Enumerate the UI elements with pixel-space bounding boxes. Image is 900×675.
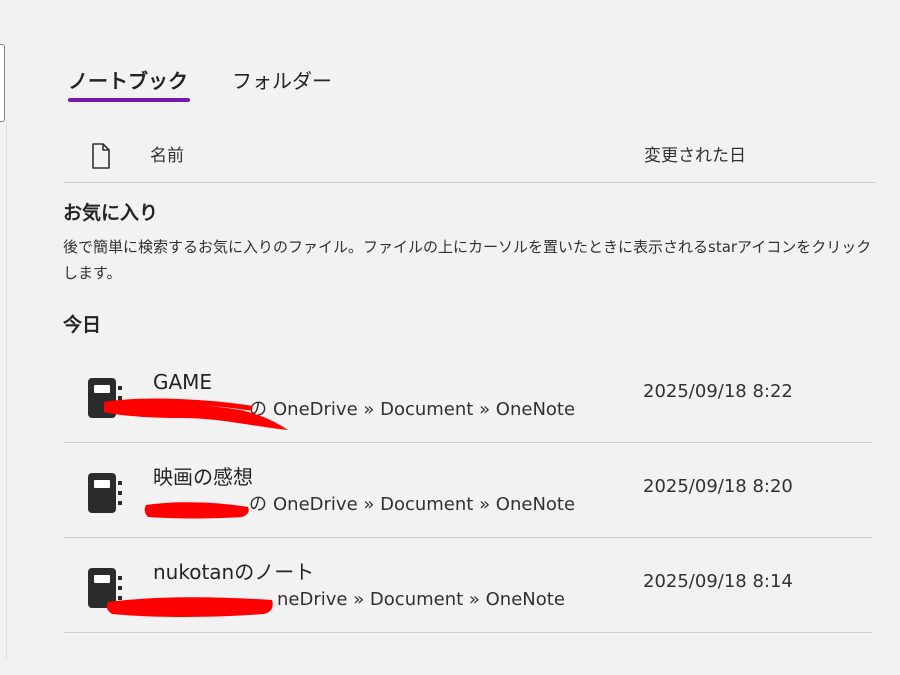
notebook-row[interactable]: 映画の感想 の OneDrive » Document » OneNote 202… [64,443,872,538]
today-heading: 今日 [63,314,102,336]
notebook-path-location: OneDrive » Document » OneNote [273,399,576,420]
column-header-modified[interactable]: 変更された日 [644,144,746,168]
notebook-path-owner: の [249,399,267,420]
notebook-path: neDrive » Document » OneNote [153,586,565,614]
notebook-name[interactable]: GAME [153,368,212,396]
divider [6,120,7,660]
notebook-name[interactable]: 映画の感想 [153,463,253,491]
collapsed-pane-handle[interactable] [0,44,5,122]
favorites-description: 後で簡単に検索するお気に入りのファイル。ファイルの上にカーソルを置いたときに表示… [63,238,872,282]
tab-notebooks[interactable]: ノートブック [68,66,190,102]
notebook-modified: 2025/09/18 8:20 [643,476,793,497]
column-header-name[interactable]: 名前 [150,144,184,168]
active-tab-indicator [68,98,190,102]
tab-folders[interactable]: フォルダー [232,66,332,102]
tab-bar: ノートブック フォルダー [68,66,376,106]
notebook-path-location: neDrive » Document » OneNote [277,589,565,610]
notebook-path: の OneDrive » Document » OneNote [153,396,575,424]
tab-notebooks-label: ノートブック [68,69,188,93]
table-header: 名前 変更された日 [64,134,876,183]
notebook-browser: ノートブック フォルダー 名前 変更された日 お気に入り 後で簡単に検索するお気… [0,0,900,675]
notebook-icon [88,378,122,418]
notebook-modified: 2025/09/18 8:14 [643,571,793,592]
notebook-path: の OneDrive » Document » OneNote [153,491,575,519]
notebook-modified: 2025/09/18 8:22 [643,381,793,402]
notebook-path-location: OneDrive » Document » OneNote [273,494,576,515]
tab-folders-label: フォルダー [232,69,332,93]
document-icon[interactable] [90,142,112,170]
notebook-row[interactable]: nukotanのノート neDrive » Document » OneNote… [64,538,872,633]
favorites-heading: お気に入り [63,202,159,224]
notebook-path-owner: の [249,494,267,515]
notebook-icon [88,473,122,513]
notebook-row[interactable]: GAME の OneDrive » Document » OneNote 2025… [64,348,872,443]
notebook-icon [88,568,122,608]
notebook-name[interactable]: nukotanのノート [153,558,314,586]
